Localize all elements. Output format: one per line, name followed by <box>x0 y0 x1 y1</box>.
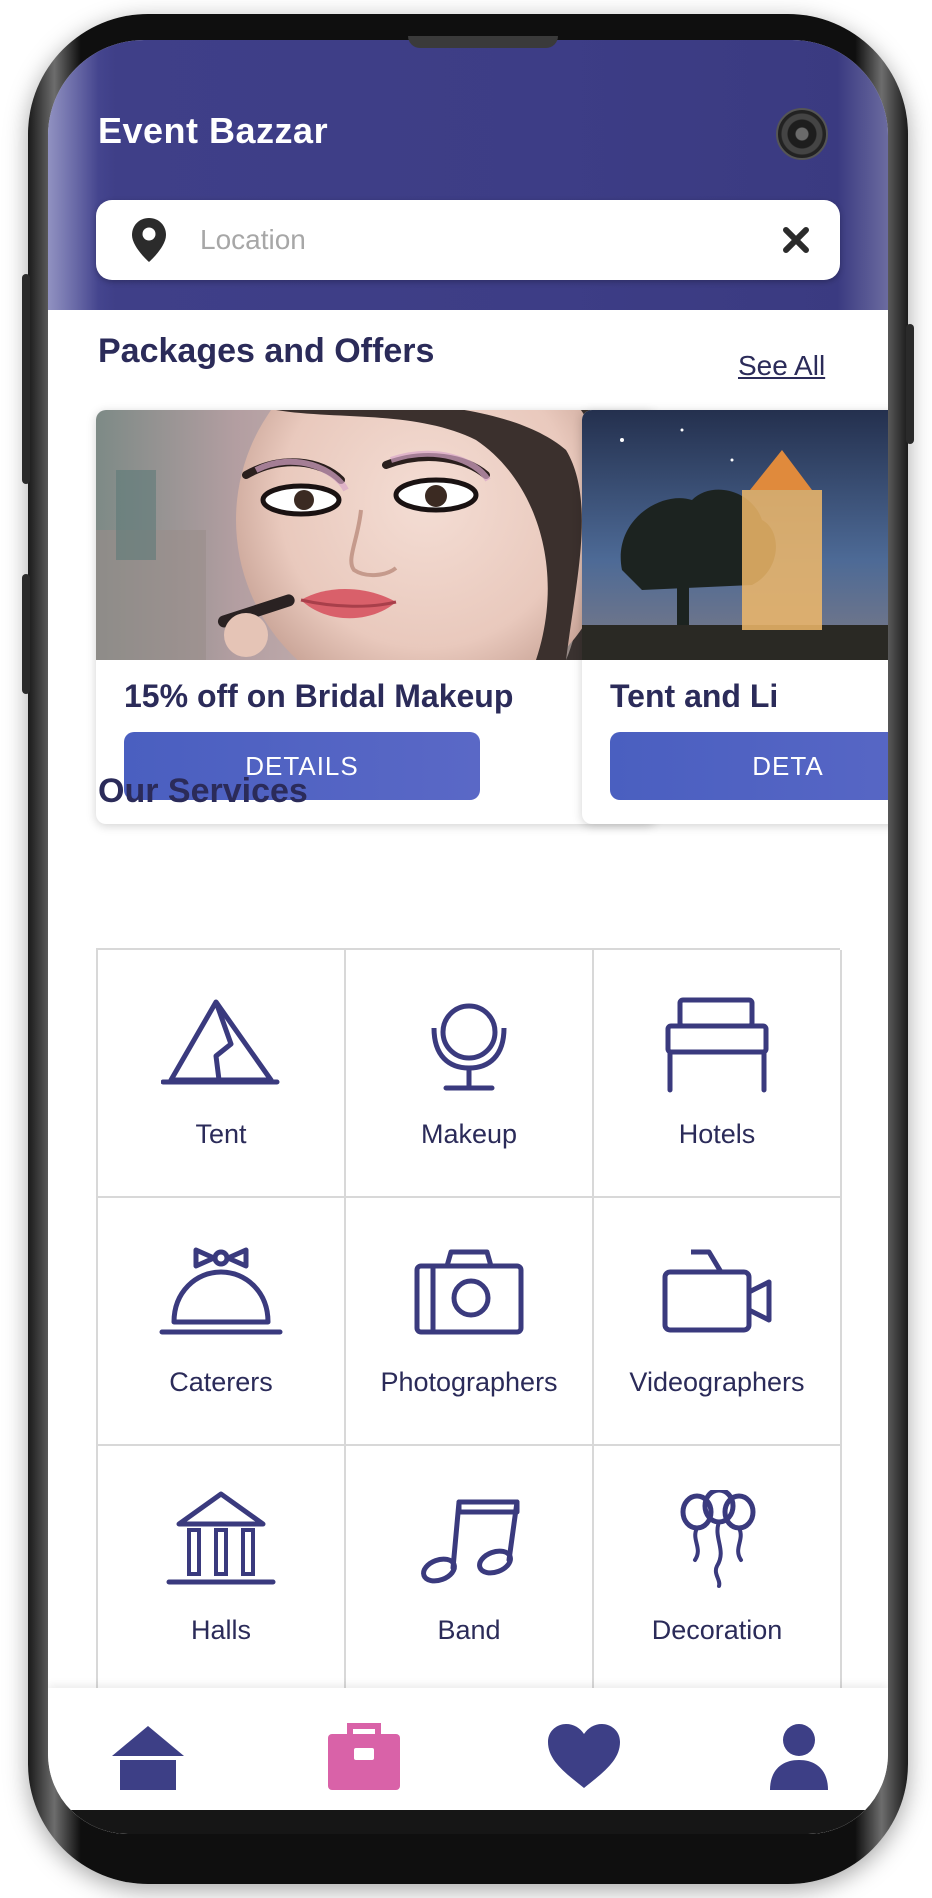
service-makeup[interactable]: Makeup <box>346 950 594 1198</box>
service-halls[interactable]: Halls <box>98 1446 346 1694</box>
nav-favorites[interactable] <box>544 1722 624 1797</box>
offer-card[interactable]: Tent and Li DETA <box>582 410 888 824</box>
tent-lighting-image <box>582 410 888 660</box>
service-band[interactable]: Band <box>346 1446 594 1694</box>
bed-icon <box>665 997 769 1093</box>
heart-icon <box>548 1724 620 1788</box>
clear-icon[interactable] <box>782 226 810 259</box>
location-pin-icon <box>130 216 168 269</box>
service-videographers[interactable]: Videographers <box>594 1198 842 1446</box>
volume-button <box>22 274 30 484</box>
offer-title: 15% off on Bridal Makeup <box>124 678 514 714</box>
service-hotels[interactable]: Hotels <box>594 950 842 1198</box>
service-caterers[interactable]: Caterers <box>98 1198 346 1446</box>
service-label: Decoration <box>651 1615 783 1645</box>
service-label: Band <box>437 1615 501 1645</box>
offers-carousel[interactable]: 15% off on Bridal Makeup DETAILS Tent an… <box>48 410 888 824</box>
briefcase-icon <box>328 1723 400 1790</box>
user-icon <box>770 1724 828 1790</box>
see-all-link[interactable]: See All <box>738 350 825 382</box>
service-label: Photographers <box>380 1367 558 1397</box>
service-label: Caterers <box>169 1367 273 1397</box>
bixby-button <box>22 574 30 694</box>
phone-bottom-bezel <box>48 1810 888 1834</box>
offer-details-button[interactable]: DETA <box>610 732 888 800</box>
nav-home[interactable] <box>108 1722 188 1797</box>
home-icon <box>112 1726 184 1790</box>
service-decoration[interactable]: Decoration <box>594 1446 842 1694</box>
service-label: Makeup <box>420 1119 518 1149</box>
service-tent[interactable]: Tent <box>98 950 346 1198</box>
packages-section-title: Packages and Offers <box>98 332 435 370</box>
service-label: Tent <box>195 1119 247 1149</box>
balloons-icon <box>680 1490 756 1588</box>
services-section-title: Our Services <box>98 772 308 810</box>
services-grid: Tent Makeup Hotels Caterers Photographer… <box>96 948 842 1694</box>
camera-icon <box>414 1249 524 1335</box>
app-title: Event Bazzar <box>98 110 329 151</box>
offer-card[interactable]: 15% off on Bridal Makeup DETAILS <box>96 410 656 824</box>
location-input[interactable] <box>200 216 740 264</box>
mirror-icon <box>431 1003 507 1091</box>
service-label: Hotels <box>678 1119 756 1149</box>
hall-icon <box>166 1491 276 1585</box>
bridal-makeup-image <box>96 410 656 710</box>
video-camera-icon <box>662 1249 772 1333</box>
app-header: Event Bazzar <box>48 40 888 310</box>
service-label: Videographers <box>629 1367 805 1397</box>
tent-icon <box>161 999 280 1085</box>
service-photographers[interactable]: Photographers <box>346 1198 594 1446</box>
cloche-icon <box>159 1247 283 1335</box>
nav-profile[interactable] <box>764 1722 834 1797</box>
service-label: Halls <box>190 1615 251 1645</box>
location-search-bar <box>96 200 840 280</box>
music-note-icon <box>421 1499 520 1584</box>
speaker-grille <box>408 36 558 48</box>
nav-bookings[interactable] <box>324 1722 404 1797</box>
phone-screen: Event Bazzar Packages and Offers See All <box>48 40 888 1834</box>
offer-title: Tent and Li <box>610 678 779 714</box>
front-camera <box>776 108 828 160</box>
power-button <box>906 324 914 444</box>
